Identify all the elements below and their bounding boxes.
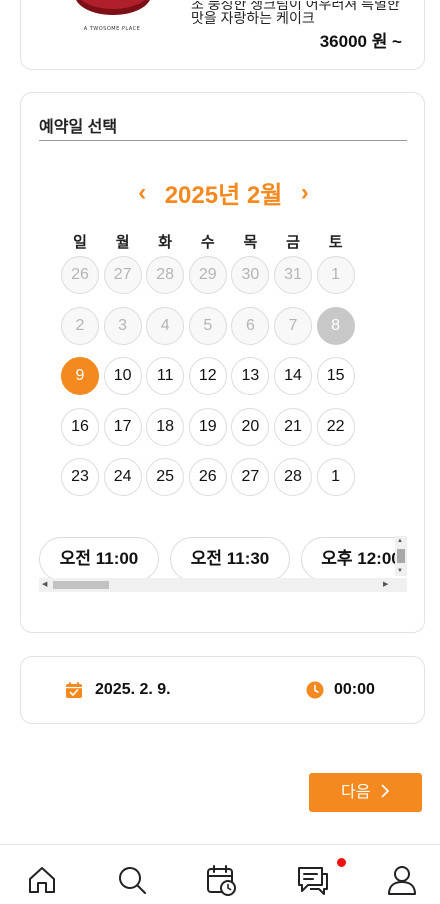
calendar-day: 28 [146, 256, 185, 294]
calendar-day[interactable]: 22 [316, 407, 355, 446]
scroll-up-icon[interactable]: ▲ [397, 537, 403, 545]
calendar-day[interactable]: 19 [188, 407, 227, 446]
calendar-day: 6 [231, 306, 270, 345]
calendar-day: 7 [274, 306, 312, 345]
time-slot-button[interactable]: 오후 12:00 [301, 537, 407, 581]
calendar-day: 29 [188, 256, 227, 294]
search-icon[interactable] [115, 863, 149, 897]
calendar-day[interactable]: 11 [146, 357, 185, 395]
next-month-button[interactable]: › [301, 179, 309, 207]
month-label: 2025년 2월 [164, 182, 283, 209]
prev-month-button[interactable]: ‹ [138, 179, 146, 207]
calendar-day: 4 [146, 306, 185, 345]
vertical-scroll-thumb[interactable] [397, 549, 405, 563]
calendar-day[interactable]: 21 [274, 407, 312, 446]
chat-icon[interactable] [296, 863, 330, 897]
calendar-day: 31 [274, 256, 312, 294]
weekday-label: 목 [243, 234, 258, 251]
calendar-day[interactable]: 24 [103, 458, 142, 496]
selection-summary: 2025. 2. 9. 00:00 [20, 656, 425, 724]
calendar-day: 2 [61, 306, 99, 345]
chevron-right-icon [381, 784, 389, 798]
scroll-left-icon[interactable]: ◀ [42, 580, 47, 590]
product-price: 36000 원 ~ [319, 32, 402, 51]
reservation-date-card: 예약일 선택 ‹ 2025년 2월 › 일월화수목금토 26 27 28 29 30 31… [20, 92, 425, 633]
calendar-day: 1 [316, 256, 355, 294]
time-slot-button[interactable]: 오전 11:00 [39, 537, 159, 581]
time-slot-scroller[interactable]: 오전 11:00 오전 11:30 오후 12:00 ▲ ▼ ◀ ▶ [39, 536, 407, 594]
next-button-label: 다음 [341, 784, 371, 801]
clock-icon [306, 681, 324, 699]
vertical-scrollbar[interactable]: ▲ ▼ [395, 536, 407, 576]
calendar-day[interactable]: 17 [103, 407, 142, 446]
section-title: 예약일 선택 [39, 119, 118, 136]
calendar-day: 5 [188, 306, 227, 345]
next-button[interactable]: 다음 [309, 773, 422, 812]
calendar-day[interactable]: 15 [316, 357, 355, 395]
calendar-day[interactable]: 28 [274, 458, 312, 496]
product-card[interactable]: A TWOSOME PLACE 초 풍성한 생크림이 어우러져 특별한 맛을 자… [20, 0, 425, 70]
calendar-day[interactable]: 18 [146, 407, 185, 446]
product-description-line2: 맛을 자랑하는 케이크 [191, 10, 315, 26]
calendar-check-icon [66, 682, 82, 698]
cake-image [75, 0, 151, 15]
calendar-day: 26 [61, 256, 99, 294]
calendar-day: 8 [316, 306, 355, 345]
calendar-day[interactable]: 16 [61, 407, 99, 446]
calendar-day[interactable]: 20 [231, 407, 270, 446]
notification-badge [337, 858, 346, 867]
horizontal-scrollbar[interactable]: ◀ ▶ [39, 578, 407, 592]
selected-time: 00:00 [334, 681, 375, 698]
calendar-day[interactable]: 14 [274, 357, 312, 395]
product-image: A TWOSOME PLACE [57, 0, 167, 41]
calendar-day: 30 [231, 256, 270, 294]
calendar-day: 27 [103, 256, 142, 294]
horizontal-scroll-thumb[interactable] [53, 581, 109, 589]
calendar-day[interactable]: 1 [316, 458, 355, 496]
scroll-right-icon[interactable]: ▶ [383, 580, 388, 590]
calendar-day[interactable]: 25 [146, 458, 185, 496]
weekday-label: 일 [73, 234, 87, 251]
weekday-label: 토 [328, 234, 343, 251]
month-navigator: ‹ 2025년 2월 › [21, 175, 424, 210]
calendar-day: 3 [103, 306, 142, 345]
calendar-day[interactable]: 13 [231, 357, 270, 395]
section-divider [39, 140, 407, 141]
selected-date: 2025. 2. 9. [95, 681, 171, 698]
calendar-day[interactable]: 12 [188, 357, 227, 395]
calendar-day[interactable]: 27 [231, 458, 270, 496]
calendar-day[interactable]: 10 [103, 357, 142, 395]
weekday-label: 수 [200, 234, 215, 251]
weekday-label: 화 [158, 234, 173, 251]
calendar-grid: 26 27 28 29 30 31 1 2 3 4 5 6 7 8 9 10 11 12 13 14 15 16 17 18 1… [61, 256, 411, 501]
weekday-label: 월 [115, 234, 130, 251]
user-icon[interactable] [385, 863, 419, 897]
home-icon[interactable] [25, 863, 59, 897]
calendar-day-selected[interactable]: 9 [61, 357, 99, 395]
bottom-navigation [0, 844, 440, 904]
calendar-day[interactable]: 26 [188, 458, 227, 496]
time-slot-button[interactable]: 오전 11:30 [170, 537, 290, 581]
calendar-day[interactable]: 23 [61, 458, 99, 496]
product-brand: A TWOSOME PLACE [83, 26, 141, 32]
scroll-down-icon[interactable]: ▼ [397, 567, 403, 575]
calendar-clock-icon[interactable] [204, 863, 238, 897]
weekday-label: 금 [286, 234, 300, 251]
